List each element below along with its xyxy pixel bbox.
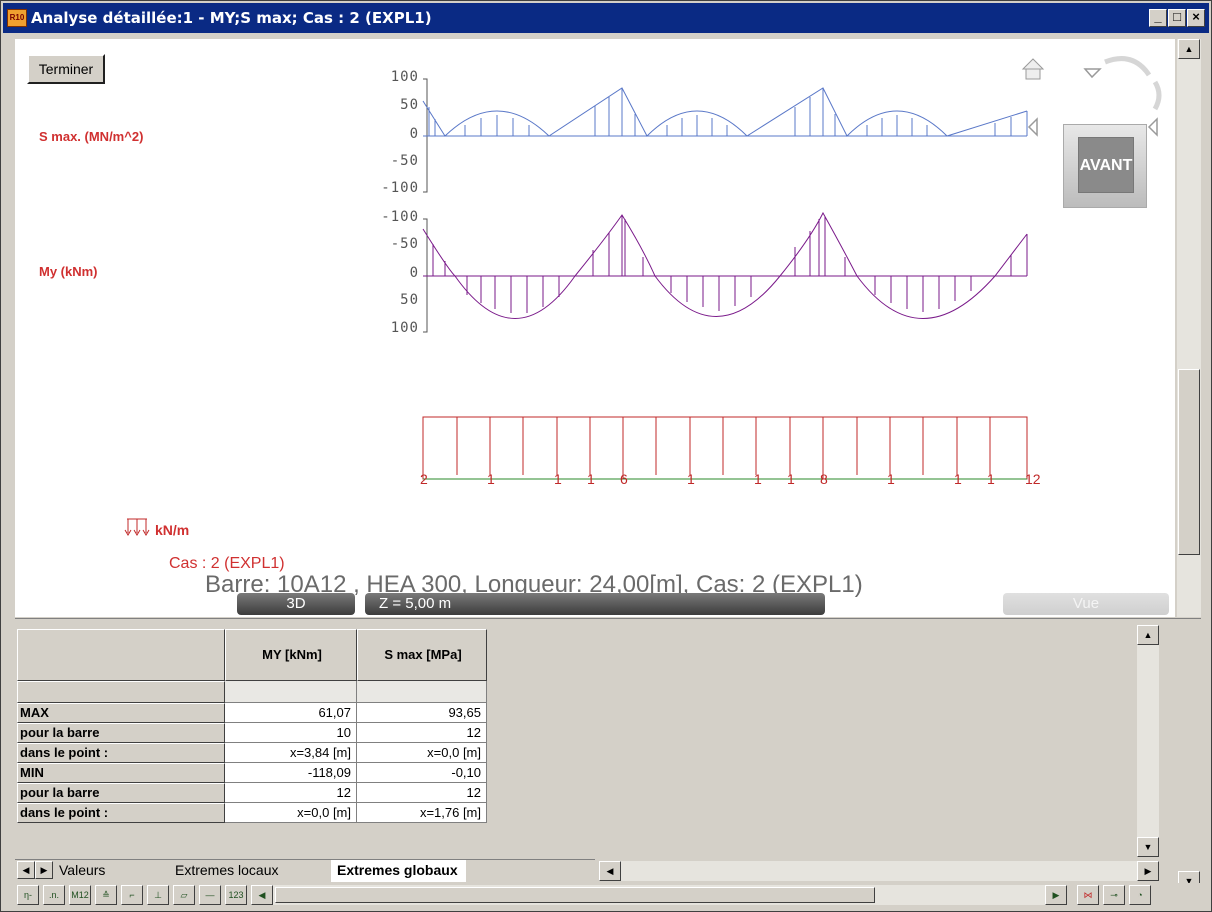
table-cell: x=0,0 [m]: [225, 803, 357, 823]
scroll-up-icon[interactable]: ▲: [1178, 39, 1200, 59]
table-cell: [357, 681, 487, 703]
table-cell: [225, 681, 357, 703]
load-value: 6: [620, 471, 628, 487]
table-horizontal-scrollbar[interactable]: ◀ ▶: [599, 861, 1159, 881]
view-icon[interactable]: ◔: [1129, 885, 1151, 905]
pane-splitter[interactable]: [15, 618, 1201, 624]
column-header-my[interactable]: MY [kNm]: [225, 629, 357, 681]
load-icon: [124, 518, 150, 536]
supports-icon[interactable]: ⋈: [1077, 885, 1099, 905]
row-header-empty: [17, 681, 225, 703]
maximize-button[interactable]: □: [1168, 9, 1186, 27]
vertical-scrollbar[interactable]: ▲ ▼: [1177, 39, 1201, 891]
home-icon: [1021, 58, 1045, 80]
tab-valeurs[interactable]: Valeurs: [59, 862, 105, 878]
tab-extremes-locaux[interactable]: Extremes locaux: [175, 862, 278, 878]
sheet-tab-bar: ◀ ▶ Valeurs Extremes locaux Extremes glo…: [15, 859, 595, 882]
load-value: 1: [954, 471, 962, 487]
deformation-icon[interactable]: ⌐: [121, 885, 143, 905]
load-value: 1: [487, 471, 495, 487]
title-bar[interactable]: R10 Analyse détaillée:1 - MY;S max; Cas …: [3, 3, 1209, 33]
section-icon[interactable]: ⊥: [147, 885, 169, 905]
table-corner: [17, 629, 225, 681]
row-header: dans le point :: [17, 743, 225, 763]
table-cell: -0,10: [357, 763, 487, 783]
scroll-thumb[interactable]: [1178, 369, 1200, 555]
load-value: 8: [820, 471, 828, 487]
table-cell: -118,09: [225, 763, 357, 783]
line-icon[interactable]: —: [199, 885, 221, 905]
toolbar-right-icon[interactable]: ▶: [1045, 885, 1067, 905]
member-icon[interactable]: ⊸: [1103, 885, 1125, 905]
row-header: MIN: [17, 763, 225, 783]
load-value: 2: [420, 471, 428, 487]
minimize-button[interactable]: _: [1149, 9, 1167, 27]
fill-icon[interactable]: ▱: [173, 885, 195, 905]
load-unit-label: kN/m: [155, 522, 190, 538]
table-cell: x=3,84 [m]: [225, 743, 357, 763]
load-value: 1: [687, 471, 695, 487]
load-value: 1: [554, 471, 562, 487]
diagram-canvas[interactable]: Terminer S max. (MN/m^2) My (kNm) 100 50…: [15, 39, 1175, 617]
table-cell: x=0,0 [m]: [357, 743, 487, 763]
table-vertical-scrollbar[interactable]: ▲ ▼: [1137, 625, 1159, 857]
close-button[interactable]: ×: [1187, 9, 1205, 27]
tab-next-icon[interactable]: ▶: [35, 861, 53, 879]
bottom-toolbar: η- .n. M12 ≙ ⌐ ⊥ ▱ — 123 ◀ ▶ ⋈ ⊸ ◔: [15, 883, 1201, 909]
row-header: dans le point :: [17, 803, 225, 823]
column-header-smax[interactable]: S max [MPa]: [357, 629, 487, 681]
table-cell: 93,65: [357, 703, 487, 723]
row-header: MAX: [17, 703, 225, 723]
my-diagram: [422, 211, 1028, 319]
view-cube[interactable]: AVANT: [1063, 124, 1147, 208]
row-header: pour la barre: [17, 723, 225, 743]
toolbar-left-icon[interactable]: ◀: [251, 885, 273, 905]
tab-extremes-globaux[interactable]: Extremes globaux: [331, 860, 466, 882]
results-table: MY [kNm] S max [MPa] MAX 61,07 93,65 pou…: [15, 625, 1159, 857]
bottom-horizontal-scrollbar[interactable]: [273, 885, 1063, 905]
z-level-bar[interactable]: Z = 5,00 m: [365, 593, 825, 615]
diagram-n2-icon[interactable]: .n.: [43, 885, 65, 905]
load-toggle-icon[interactable]: ≙: [95, 885, 117, 905]
load-value: 1: [754, 471, 762, 487]
row-header: pour la barre: [17, 783, 225, 803]
load-value-labels: 2 1 1 1 6 1 1 1 8 1 1 1 12: [15, 471, 1175, 491]
table-cell: x=1,76 [m]: [357, 803, 487, 823]
table-cell: 12: [357, 723, 487, 743]
app-icon: R10: [7, 9, 27, 27]
load-value: 1: [987, 471, 995, 487]
diagram-n-icon[interactable]: η-: [17, 885, 39, 905]
hscroll-right-icon[interactable]: ▶: [1137, 861, 1159, 881]
load-value: 1: [587, 471, 595, 487]
hscroll-left-icon[interactable]: ◀: [599, 861, 621, 881]
diagram-m12-icon[interactable]: M12: [69, 885, 91, 905]
window-title: Analyse détaillée:1 - MY;S max; Cas : 2 …: [31, 9, 432, 27]
analysis-window: R10 Analyse détaillée:1 - MY;S max; Cas …: [0, 0, 1212, 912]
table-cell: 12: [357, 783, 487, 803]
table-scroll-down-icon[interactable]: ▼: [1137, 837, 1159, 857]
vue-button[interactable]: Vue: [1003, 593, 1169, 615]
view-cube-front-face[interactable]: AVANT: [1078, 137, 1134, 193]
load-diagram: [422, 416, 1028, 480]
hscroll-thumb[interactable]: [275, 887, 875, 903]
table-cell: 10: [225, 723, 357, 743]
load-value: 1: [787, 471, 795, 487]
table-cell: 12: [225, 783, 357, 803]
view-3d-button[interactable]: 3D: [237, 593, 355, 615]
table-scroll-up-icon[interactable]: ▲: [1137, 625, 1159, 645]
smax-diagram: [422, 87, 1028, 137]
table-cell: 61,07: [225, 703, 357, 723]
values-123-icon[interactable]: 123: [225, 885, 247, 905]
tab-prev-icon[interactable]: ◀: [17, 861, 35, 879]
load-value: 12: [1025, 471, 1041, 487]
load-value: 1: [887, 471, 895, 487]
